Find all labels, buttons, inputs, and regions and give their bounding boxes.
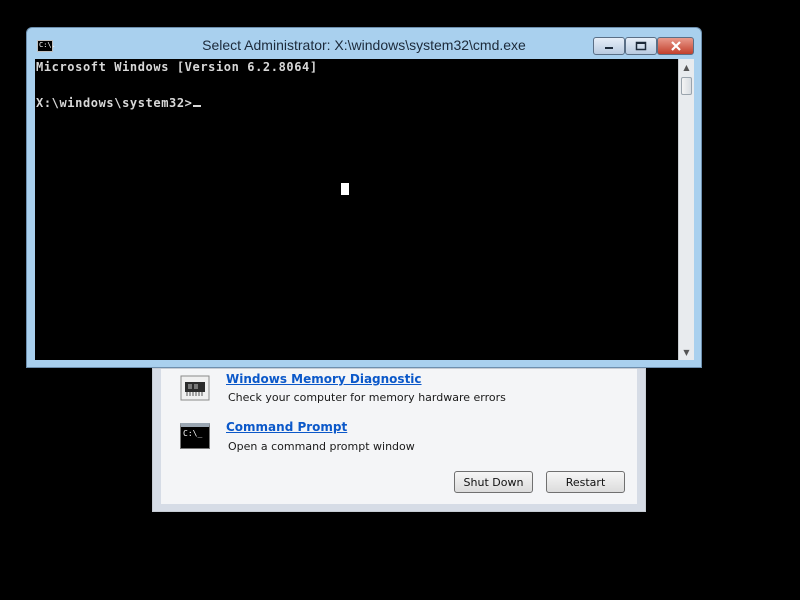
command-prompt-description: Open a command prompt window [228, 440, 415, 453]
console-prompt: X:\windows\system32> [36, 96, 193, 110]
minimize-button[interactable] [593, 37, 625, 55]
cmd-window[interactable]: C:\. Select Administrator: X:\windows\sy… [26, 27, 702, 368]
console-line: Microsoft Windows [Version 6.2.8064] [36, 60, 318, 74]
minimize-icon [605, 47, 613, 49]
shut-down-button[interactable]: Shut Down [454, 471, 533, 493]
maximize-icon [635, 41, 647, 51]
console-prompt-line: X:\windows\system32> [36, 96, 201, 110]
scroll-up-arrow-icon[interactable]: ▲ [679, 59, 694, 75]
mouse-cursor-block [341, 183, 349, 195]
scrollbar-thumb[interactable] [681, 77, 692, 95]
maximize-button[interactable] [625, 37, 657, 55]
vertical-scrollbar[interactable]: ▲ ▼ [678, 59, 694, 360]
command-prompt-link[interactable]: Command Prompt [226, 420, 347, 434]
memory-chip-icon[interactable] [180, 375, 210, 401]
scroll-down-arrow-icon[interactable]: ▼ [679, 344, 694, 360]
memory-diagnostic-description: Check your computer for memory hardware … [228, 391, 506, 404]
command-prompt-icon-text: C:\_ [180, 423, 210, 449]
title-bar[interactable]: C:\. Select Administrator: X:\windows\sy… [27, 28, 701, 58]
console-output[interactable]: Microsoft Windows [Version 6.2.8064] X:\… [35, 59, 678, 360]
restart-button[interactable]: Restart [546, 471, 625, 493]
text-cursor [192, 105, 201, 107]
close-icon [670, 41, 681, 51]
command-prompt-icon[interactable]: C:\_ [180, 423, 210, 449]
windows-memory-diagnostic-link[interactable]: Windows Memory Diagnostic [226, 372, 422, 386]
close-button[interactable] [657, 37, 694, 55]
